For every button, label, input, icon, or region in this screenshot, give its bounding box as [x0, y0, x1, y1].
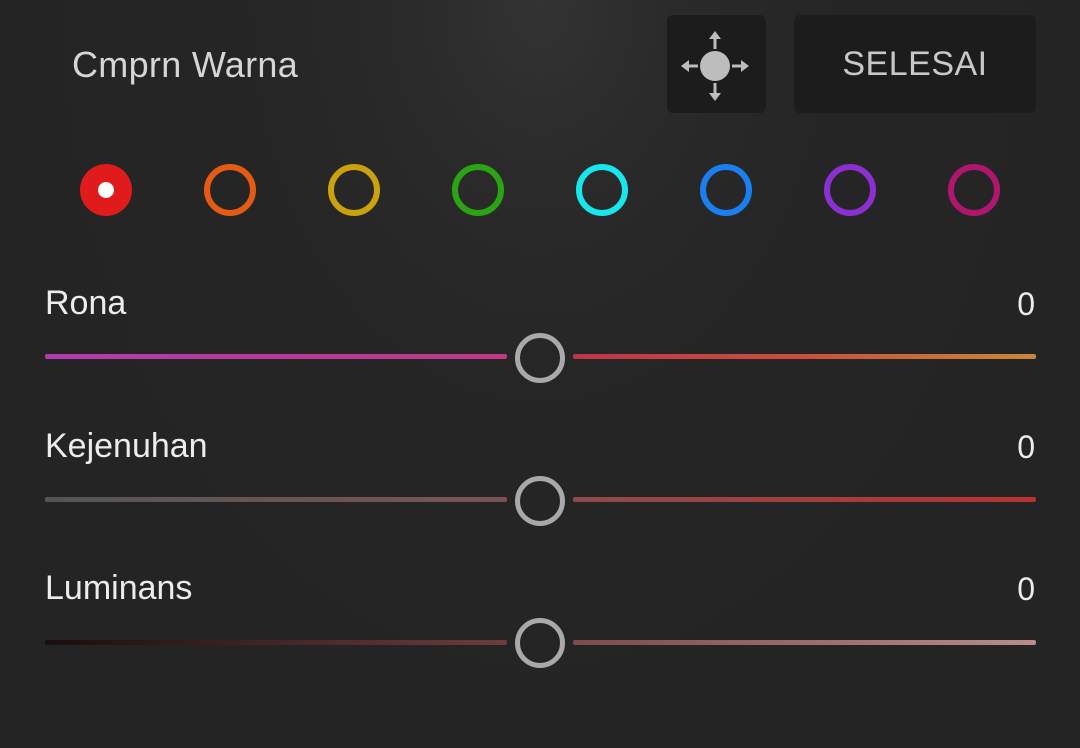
luminance-track-left[interactable] — [45, 640, 507, 645]
panel-title: Cmprn Warna — [72, 44, 299, 85]
luminance-track-right[interactable] — [573, 640, 1036, 645]
swatch-yellow[interactable] — [328, 164, 380, 216]
saturation-slider-thumb[interactable] — [515, 476, 565, 526]
swatch-purple[interactable] — [824, 164, 876, 216]
swatch-red[interactable] — [80, 164, 132, 216]
saturation-track-left[interactable] — [45, 497, 507, 502]
luminance-value: 0 — [1017, 571, 1035, 607]
luminance-label: Luminans — [45, 569, 193, 607]
saturation-value: 0 — [1017, 429, 1035, 465]
hue-value: 0 — [1017, 286, 1035, 322]
color-mix-panel: Cmprn Warna SELESAI Rona 0 Kejenuhan 0 L… — [0, 0, 1080, 748]
move-target-icon — [681, 31, 749, 101]
hue-track-right[interactable] — [573, 354, 1036, 359]
swatch-aqua[interactable] — [576, 164, 628, 216]
hue-label: Rona — [45, 284, 127, 322]
saturation-label: Kejenuhan — [45, 427, 208, 465]
swatch-orange[interactable] — [204, 164, 256, 216]
targeted-adjustment-button[interactable] — [667, 15, 766, 113]
swatch-green[interactable] — [452, 164, 504, 216]
swatch-blue[interactable] — [700, 164, 752, 216]
saturation-track-right[interactable] — [573, 497, 1036, 502]
hue-slider-thumb[interactable] — [515, 333, 565, 383]
luminance-slider-thumb[interactable] — [515, 618, 565, 668]
selected-indicator — [98, 182, 114, 198]
hue-track-left[interactable] — [45, 354, 507, 359]
done-button[interactable]: SELESAI — [794, 15, 1036, 113]
swatch-magenta[interactable] — [948, 164, 1000, 216]
